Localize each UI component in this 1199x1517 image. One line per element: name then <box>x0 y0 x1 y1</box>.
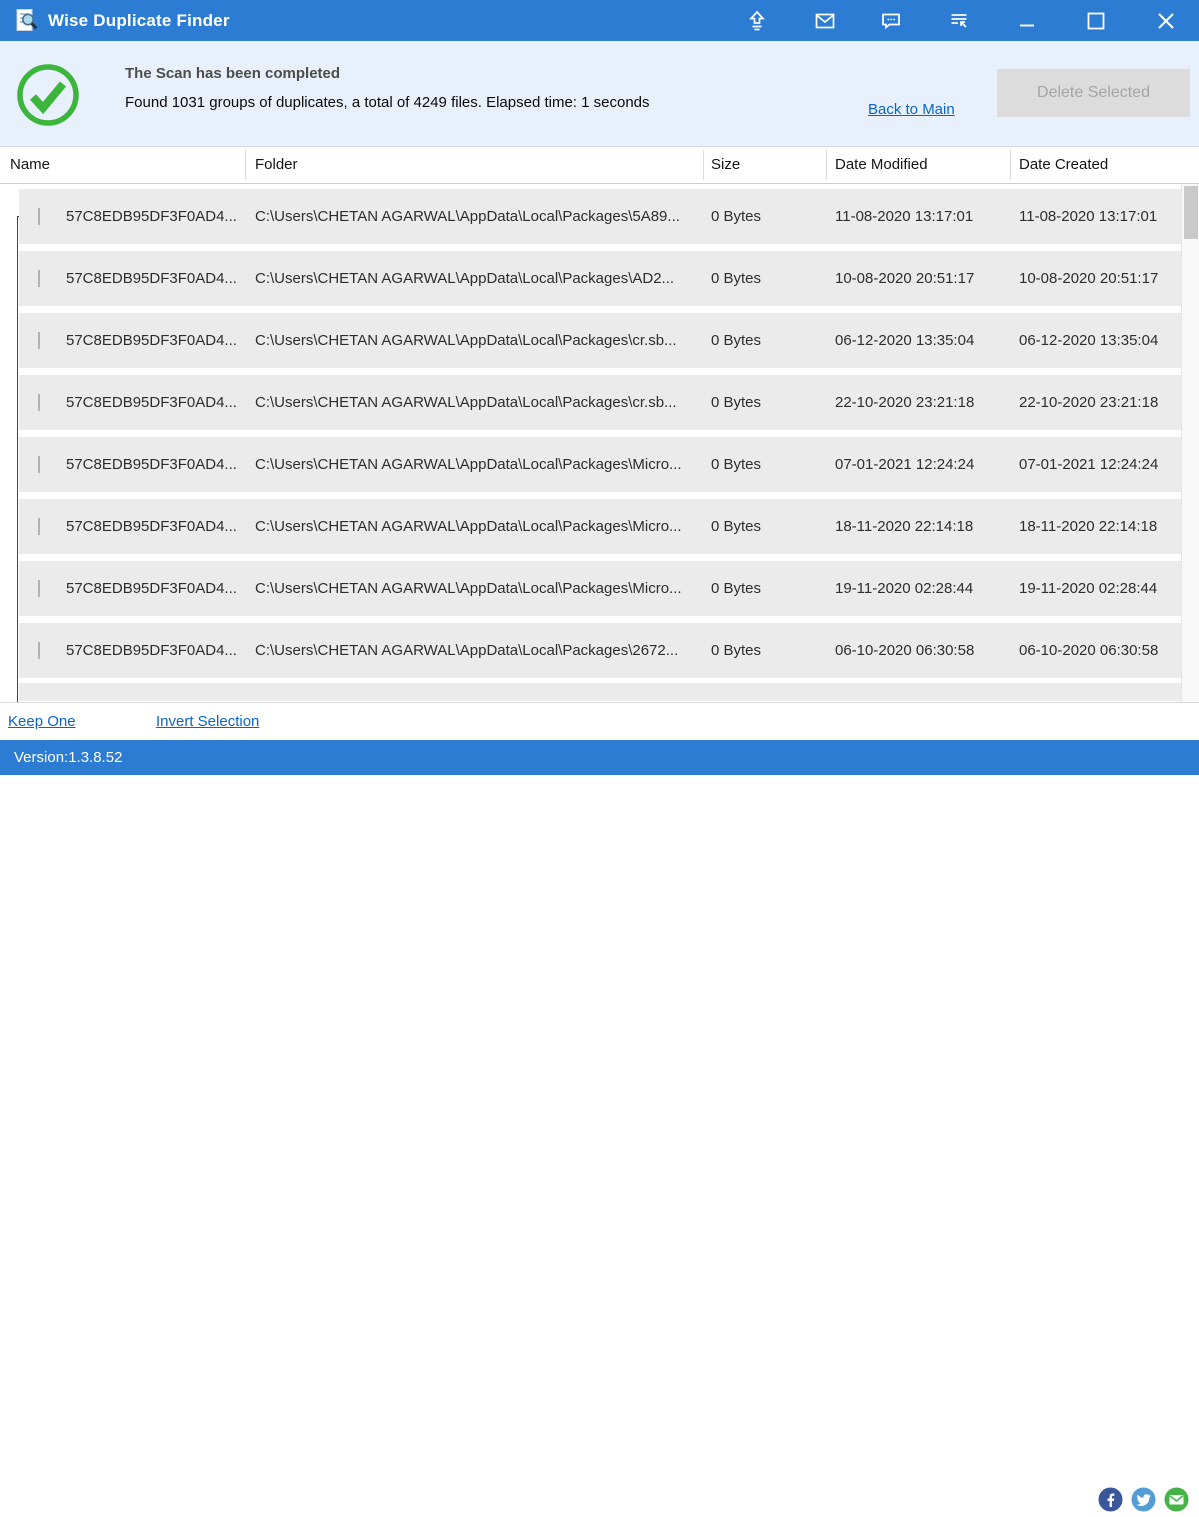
hide-list-icon[interactable] <box>936 0 982 41</box>
cell-name: 57C8EDB95DF3F0AD4... <box>66 208 255 225</box>
row-checkbox[interactable] <box>38 456 40 473</box>
row-checkbox[interactable] <box>38 208 40 225</box>
cell-date-created: 06-12-2020 13:35:04 <box>1019 332 1181 349</box>
row-checkbox[interactable] <box>38 642 40 659</box>
cell-name: 57C8EDB95DF3F0AD4... <box>66 456 255 473</box>
cell-date-modified: 06-10-2020 06:30:58 <box>835 642 1019 659</box>
twitter-icon[interactable] <box>1131 1487 1156 1512</box>
table-row[interactable]: 57C8EDB95DF3F0AD4... C:\Users\CHETAN AGA… <box>19 561 1181 616</box>
cell-size: 0 Bytes <box>711 394 835 411</box>
cell-date-created: 22-10-2020 23:21:18 <box>1019 394 1181 411</box>
facebook-icon[interactable] <box>1098 1487 1123 1512</box>
scan-status-summary: Found 1031 groups of duplicates, a total… <box>125 94 650 111</box>
table-row[interactable]: 57C8EDB95DF3F0AD4... C:\Users\CHETAN AGA… <box>19 251 1181 306</box>
list-footer: Keep One Invert Selection <box>0 704 1199 740</box>
cell-date-created: 18-11-2020 22:14:18 <box>1019 518 1181 535</box>
table-row[interactable]: 57C8EDB95DF3F0AD4... C:\Users\CHETAN AGA… <box>19 437 1181 492</box>
scan-complete-check-icon <box>16 63 80 127</box>
table-row[interactable]: 57C8EDB95DF3F0AD4... C:\Users\CHETAN AGA… <box>19 375 1181 430</box>
cell-date-modified: 18-11-2020 22:14:18 <box>835 518 1019 535</box>
cell-name: 57C8EDB95DF3F0AD4... <box>66 518 255 535</box>
row-checkbox[interactable] <box>38 332 40 349</box>
cell-folder: C:\Users\CHETAN AGARWAL\AppData\Local\Pa… <box>255 332 711 349</box>
cell-size: 0 Bytes <box>711 456 835 473</box>
table-header: Name Folder Size Date Modified Date Crea… <box>0 147 1199 184</box>
cell-folder: C:\Users\CHETAN AGARWAL\AppData\Local\Pa… <box>255 270 711 287</box>
cell-date-modified: 11-08-2020 13:17:01 <box>835 208 1019 225</box>
column-divider[interactable] <box>703 150 704 180</box>
minimize-icon[interactable] <box>1004 0 1050 41</box>
group-tree-line <box>17 216 18 702</box>
column-header-date-modified[interactable]: Date Modified <box>835 147 928 183</box>
cell-date-modified: 22-10-2020 23:21:18 <box>835 394 1019 411</box>
status-bar: Version:1.3.8.52 <box>0 740 1199 775</box>
row-checkbox[interactable] <box>38 518 40 535</box>
cell-size: 0 Bytes <box>711 642 835 659</box>
cell-folder: C:\Users\CHETAN AGARWAL\AppData\Local\Pa… <box>255 394 711 411</box>
scan-result-banner: The Scan has been completed Found 1031 g… <box>0 41 1199 147</box>
app-logo-icon <box>13 7 40 34</box>
duplicates-list: 57C8EDB95DF3F0AD4... C:\Users\CHETAN AGA… <box>0 184 1199 703</box>
scrollbar-thumb[interactable] <box>1184 186 1198 239</box>
cell-date-modified: 19-11-2020 02:28:44 <box>835 580 1019 597</box>
cell-date-modified: 10-08-2020 20:51:17 <box>835 270 1019 287</box>
feedback-chat-icon[interactable] <box>868 0 914 41</box>
back-to-main-link[interactable]: Back to Main <box>868 101 955 118</box>
window-title: Wise Duplicate Finder <box>48 0 230 41</box>
delete-selected-button[interactable]: Delete Selected <box>997 69 1190 117</box>
cell-folder: C:\Users\CHETAN AGARWAL\AppData\Local\Pa… <box>255 208 711 225</box>
table-row[interactable]: 57C8EDB95DF3F0AD4... C:\Users\CHETAN AGA… <box>19 499 1181 554</box>
cell-size: 0 Bytes <box>711 270 835 287</box>
table-row[interactable]: 57C8EDB95DF3F0AD4... C:\Users\CHETAN AGA… <box>19 189 1181 244</box>
row-checkbox[interactable] <box>38 270 40 287</box>
table-row[interactable]: 57C8EDB95DF3F0AD4... C:\Users\CHETAN AGA… <box>19 313 1181 368</box>
cell-date-created: 19-11-2020 02:28:44 <box>1019 580 1181 597</box>
cell-name: 57C8EDB95DF3F0AD4... <box>66 332 255 349</box>
app-window: Wise Duplicate Finder <box>0 0 1199 775</box>
cell-date-created: 11-08-2020 13:17:01 <box>1019 208 1181 225</box>
cell-folder: C:\Users\CHETAN AGARWAL\AppData\Local\Pa… <box>255 456 711 473</box>
cell-folder: C:\Users\CHETAN AGARWAL\AppData\Local\Pa… <box>255 580 711 597</box>
table-row-partial <box>19 683 1181 701</box>
upgrade-icon[interactable] <box>734 0 780 41</box>
cell-date-created: 07-01-2021 12:24:24 <box>1019 456 1181 473</box>
column-divider[interactable] <box>826 150 827 180</box>
vertical-scrollbar[interactable] <box>1181 184 1199 703</box>
column-divider[interactable] <box>245 150 246 180</box>
cell-name: 57C8EDB95DF3F0AD4... <box>66 394 255 411</box>
keep-one-link[interactable]: Keep One <box>8 713 76 730</box>
cell-size: 0 Bytes <box>711 518 835 535</box>
cell-folder: C:\Users\CHETAN AGARWAL\AppData\Local\Pa… <box>255 518 711 535</box>
cell-name: 57C8EDB95DF3F0AD4... <box>66 642 255 659</box>
column-header-folder[interactable]: Folder <box>255 147 298 183</box>
cell-size: 0 Bytes <box>711 332 835 349</box>
maximize-icon[interactable] <box>1073 0 1119 41</box>
row-checkbox[interactable] <box>38 580 40 597</box>
email-icon[interactable] <box>1164 1487 1189 1512</box>
cell-date-modified: 07-01-2021 12:24:24 <box>835 456 1019 473</box>
scan-status-title: The Scan has been completed <box>125 65 340 82</box>
table-row[interactable]: 57C8EDB95DF3F0AD4... C:\Users\CHETAN AGA… <box>19 623 1181 678</box>
title-bar: Wise Duplicate Finder <box>0 0 1199 41</box>
cell-name: 57C8EDB95DF3F0AD4... <box>66 580 255 597</box>
cell-date-modified: 06-12-2020 13:35:04 <box>835 332 1019 349</box>
version-label: Version:1.3.8.52 <box>14 740 122 775</box>
column-header-size[interactable]: Size <box>711 147 740 183</box>
mail-icon[interactable] <box>802 0 848 41</box>
row-checkbox[interactable] <box>38 394 40 411</box>
column-divider[interactable] <box>1010 150 1011 180</box>
cell-date-created: 06-10-2020 06:30:58 <box>1019 642 1181 659</box>
cell-name: 57C8EDB95DF3F0AD4... <box>66 270 255 287</box>
cell-size: 0 Bytes <box>711 208 835 225</box>
column-header-name[interactable]: Name <box>10 147 50 183</box>
close-icon[interactable] <box>1143 0 1189 41</box>
column-header-date-created[interactable]: Date Created <box>1019 147 1108 183</box>
cell-size: 0 Bytes <box>711 580 835 597</box>
invert-selection-link[interactable]: Invert Selection <box>156 713 259 730</box>
cell-folder: C:\Users\CHETAN AGARWAL\AppData\Local\Pa… <box>255 642 711 659</box>
cell-date-created: 10-08-2020 20:51:17 <box>1019 270 1181 287</box>
